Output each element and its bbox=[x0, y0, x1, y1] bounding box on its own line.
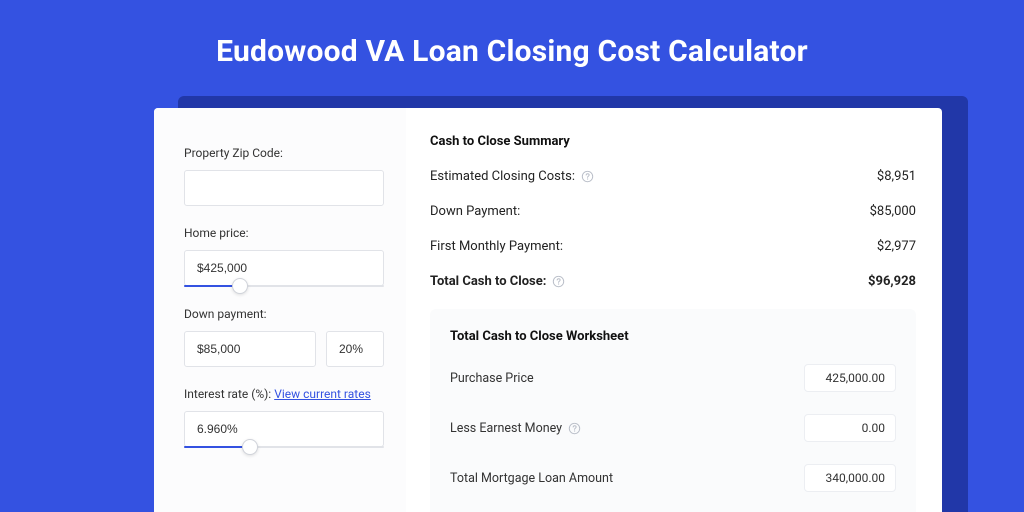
down-payment-pct-input[interactable] bbox=[326, 331, 384, 367]
worksheet-value[interactable]: 340,000.00 bbox=[804, 464, 896, 492]
interest-rate-slider[interactable] bbox=[184, 446, 384, 448]
summary-value: $85,000 bbox=[870, 204, 916, 219]
slider-track bbox=[184, 446, 384, 448]
input-panel: Property Zip Code: Home price: Down paym… bbox=[154, 108, 406, 512]
interest-rate-label-text: Interest rate (%): bbox=[184, 387, 274, 401]
page-background: Eudowood VA Loan Closing Cost Calculator… bbox=[0, 0, 1024, 512]
summary-row-first-monthly: First Monthly Payment: $2,977 bbox=[430, 239, 916, 254]
interest-rate-label: Interest rate (%): View current rates bbox=[184, 387, 384, 401]
summary-total-value: $96,928 bbox=[868, 274, 916, 289]
worksheet-row-purchase-price: Purchase Price 425,000.00 bbox=[450, 364, 896, 392]
summary-title: Cash to Close Summary bbox=[430, 134, 916, 149]
home-price-field: Home price: bbox=[184, 226, 384, 287]
slider-thumb[interactable] bbox=[242, 439, 258, 455]
slider-track bbox=[184, 285, 384, 287]
summary-value: $8,951 bbox=[877, 169, 916, 184]
worksheet-section: Total Cash to Close Worksheet Purchase P… bbox=[430, 309, 916, 512]
interest-rate-input[interactable] bbox=[184, 411, 384, 447]
summary-row-down-payment: Down Payment: $85,000 bbox=[430, 204, 916, 219]
summary-total-label: Total Cash to Close: bbox=[430, 274, 546, 289]
summary-label: First Monthly Payment: bbox=[430, 239, 563, 254]
worksheet-value[interactable]: 0.00 bbox=[804, 414, 896, 442]
summary-row-total: Total Cash to Close: $96,928 bbox=[430, 274, 916, 289]
slider-fill bbox=[184, 446, 250, 448]
help-icon[interactable] bbox=[552, 275, 565, 288]
view-rates-link[interactable]: View current rates bbox=[274, 387, 371, 401]
worksheet-label: Less Earnest Money bbox=[450, 421, 562, 436]
summary-value: $2,977 bbox=[877, 239, 916, 254]
down-payment-label: Down payment: bbox=[184, 307, 384, 321]
help-icon[interactable] bbox=[581, 170, 594, 183]
zip-label: Property Zip Code: bbox=[184, 146, 384, 160]
summary-row-closing-costs: Estimated Closing Costs: $8,951 bbox=[430, 169, 916, 184]
page-title: Eudowood VA Loan Closing Cost Calculator bbox=[0, 0, 1024, 69]
worksheet-row-total-mortgage: Total Mortgage Loan Amount 340,000.00 bbox=[450, 464, 896, 492]
home-price-label: Home price: bbox=[184, 226, 384, 240]
slider-thumb[interactable] bbox=[232, 278, 248, 294]
help-icon[interactable] bbox=[568, 422, 581, 435]
down-payment-field: Down payment: bbox=[184, 307, 384, 367]
worksheet-value[interactable]: 425,000.00 bbox=[804, 364, 896, 392]
cash-to-close-summary: Cash to Close Summary Estimated Closing … bbox=[430, 134, 916, 289]
worksheet-row-earnest-money: Less Earnest Money 0.00 bbox=[450, 414, 896, 442]
worksheet-title: Total Cash to Close Worksheet bbox=[450, 329, 896, 344]
interest-rate-field: Interest rate (%): View current rates bbox=[184, 387, 384, 448]
summary-label: Estimated Closing Costs: bbox=[430, 169, 575, 184]
home-price-input[interactable] bbox=[184, 250, 384, 286]
zip-input[interactable] bbox=[184, 170, 384, 206]
down-payment-input[interactable] bbox=[184, 331, 316, 367]
summary-label: Down Payment: bbox=[430, 204, 520, 219]
worksheet-label: Purchase Price bbox=[450, 371, 534, 386]
calculator-card: Property Zip Code: Home price: Down paym… bbox=[154, 108, 942, 512]
zip-field: Property Zip Code: bbox=[184, 146, 384, 206]
home-price-slider[interactable] bbox=[184, 285, 384, 287]
results-panel: Cash to Close Summary Estimated Closing … bbox=[406, 108, 942, 512]
worksheet-label: Total Mortgage Loan Amount bbox=[450, 471, 613, 486]
